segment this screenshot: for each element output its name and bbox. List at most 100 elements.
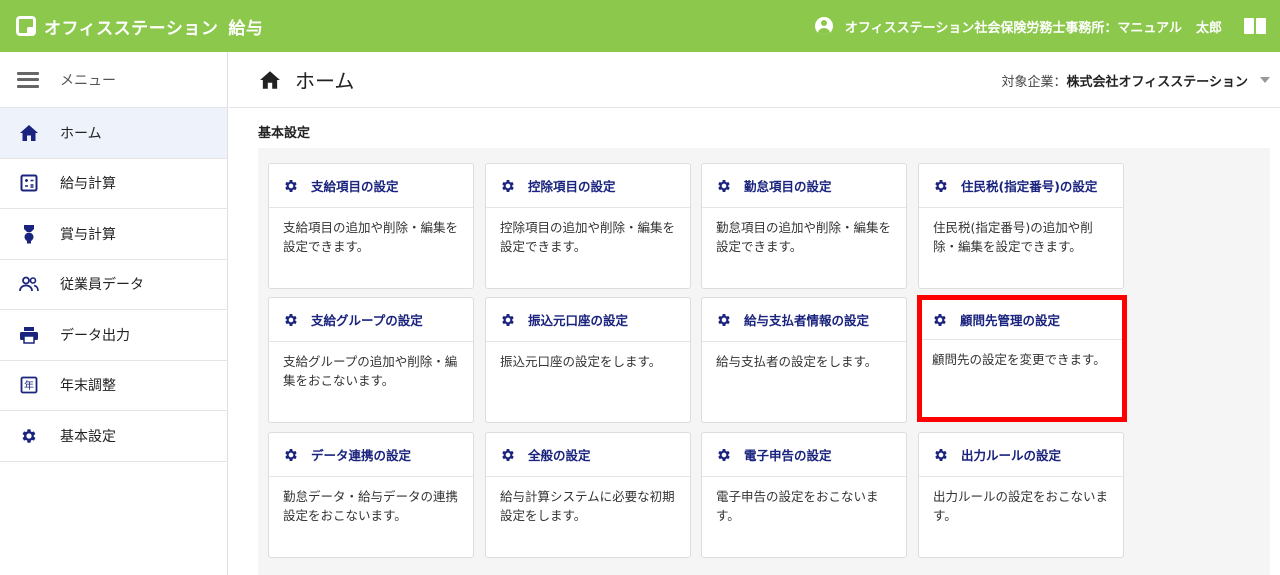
card-title: 支給グループの設定: [311, 313, 423, 328]
user-menu[interactable]: オフィスステーション社会保険労務士事務所：マニュアル 太郎: [814, 0, 1266, 52]
sidebar-item-label: 給与計算: [60, 176, 116, 193]
brand-logo[interactable]: オフィスステーション 給与: [16, 14, 263, 39]
gear-icon: [283, 178, 299, 194]
settings-grid: 支給項目の設定 支給項目の追加や削除・編集を設定できます。 控除項目の設定 控除項目の…: [258, 148, 1270, 575]
office-station-logo-icon: [16, 16, 36, 36]
company-label: 対象企業：: [1001, 74, 1067, 90]
sidebar-item-basic-settings[interactable]: 基本設定: [0, 411, 227, 462]
people-icon: [18, 274, 40, 294]
page-title: ホーム: [295, 69, 355, 93]
card-header: 振込元口座の設定: [486, 298, 690, 342]
card-description: 電子申告の設定をおこないます。: [716, 489, 879, 523]
card-description: 出力ルールの設定をおこないます。: [933, 489, 1109, 523]
gear-icon: [716, 312, 732, 328]
year-end-icon: 年: [18, 375, 40, 395]
sidebar-item-home[interactable]: ホーム: [0, 108, 227, 159]
sidebar-item-label: 従業員データ: [60, 277, 144, 294]
top-bar: オフィスステーション 給与 オフィスステーション社会保険労務士事務所：マニュアル…: [0, 0, 1280, 52]
card-description: 控除項目の追加や削除・編集を設定できます。: [500, 220, 676, 254]
sidebar-item-label: 年末調整: [60, 378, 116, 395]
card-title: 給与支払者情報の設定: [744, 313, 870, 328]
gear-icon: [716, 178, 732, 194]
card-header: 支給項目の設定: [269, 164, 473, 208]
sidebar-item-label: ホーム: [60, 125, 102, 142]
award-icon: [18, 224, 40, 244]
sidebar: メニュー ホーム 給与計算 賞与計算 従業員データ データ出力 年 年末調整 基…: [0, 52, 228, 575]
card-title: 振込元口座の設定: [528, 313, 629, 328]
card-title: 住民税(指定番号)の設定: [961, 179, 1098, 194]
gear-icon: [933, 447, 949, 463]
brand-name: オフィスステーション: [44, 18, 219, 39]
gear-icon: [933, 178, 949, 194]
settings-card-client-management[interactable]: 顧問先管理の設定顧問先の設定を変更できます。: [917, 295, 1127, 422]
company-name: 株式会社オフィスステーション: [1066, 74, 1248, 90]
home-icon: [18, 123, 40, 143]
sidebar-item-year-end[interactable]: 年 年末調整: [0, 361, 227, 411]
card-header: 全般の設定: [486, 433, 690, 477]
card-header: 控除項目の設定: [486, 164, 690, 208]
card-description: 給与計算システムに必要な初期設定をします。: [500, 489, 675, 523]
sidebar-item-label: データ出力: [60, 327, 130, 344]
settings-card-payer-info[interactable]: 給与支払者情報の設定給与支払者の設定をします。: [701, 297, 907, 423]
target-company-select[interactable]: 対象企業： 株式会社オフィスステーション: [1001, 52, 1270, 108]
sidebar-item-label: 基本設定: [60, 428, 116, 445]
sidebar-item-data-output[interactable]: データ出力: [0, 310, 227, 361]
sidebar-item-payroll[interactable]: 給与計算: [0, 159, 227, 209]
manual-book-icon[interactable]: [1244, 18, 1266, 34]
card-title: 勤怠項目の設定: [744, 179, 832, 194]
user-account-icon: [814, 17, 833, 35]
settings-card-attendance-items[interactable]: 勤怠項目の設定勤怠項目の追加や削除・編集を設定できます。: [701, 163, 907, 289]
main-content: ホーム 対象企業： 株式会社オフィスステーション 基本設定 支給項目の設定 支給項…: [229, 52, 1280, 575]
page-header: ホーム 対象企業： 株式会社オフィスステーション: [229, 52, 1280, 108]
sidebar-item-bonus[interactable]: 賞与計算: [0, 209, 227, 260]
card-description: 勤怠項目の追加や削除・編集を設定できます。: [716, 220, 892, 254]
card-header: 給与支払者情報の設定: [702, 298, 906, 342]
card-title: データ連携の設定: [311, 448, 412, 463]
gear-icon: [500, 312, 516, 328]
settings-card-transfer-account[interactable]: 振込元口座の設定振込元口座の設定をします。: [485, 297, 691, 423]
gear-icon: [283, 447, 299, 463]
card-description: 勤怠データ・給与データの連携設定をおこないます。: [283, 489, 459, 523]
settings-card-resident-tax[interactable]: 住民税(指定番号)の設定 住民税(指定番号)の追加や削除・編集を設定できます。: [918, 163, 1124, 289]
card-title: 控除項目の設定: [528, 179, 616, 194]
settings-card-deduction-items[interactable]: 控除項目の設定控除項目の追加や削除・編集を設定できます。: [485, 163, 691, 289]
sidebar-item-label: 賞与計算: [60, 226, 116, 243]
section-title: 基本設定: [258, 126, 311, 141]
card-header: 住民税(指定番号)の設定: [919, 164, 1123, 208]
card-header: 勤怠項目の設定: [702, 164, 906, 208]
card-header: 支給グループの設定: [269, 298, 473, 342]
settings-card-data-link[interactable]: データ連携の設定勤怠データ・給与データの連携設定をおこないます。: [268, 432, 474, 558]
card-description: 支給グループの追加や削除・編集をおこないます。: [283, 354, 458, 388]
gear-icon: [500, 178, 516, 194]
gear-icon: [932, 312, 948, 328]
card-description: 顧問先の設定を変更できます。: [932, 352, 1106, 367]
svg-text:年: 年: [24, 379, 34, 392]
card-title: 電子申告の設定: [744, 448, 832, 463]
user-given-name: 太郎: [1195, 20, 1222, 36]
brand-product: 給与: [228, 18, 264, 39]
card-title: 顧問先管理の設定: [960, 313, 1061, 328]
settings-card-payment-items[interactable]: 支給項目の設定支給項目の追加や削除・編集を設定できます。: [268, 163, 474, 289]
settings-card-output-rules[interactable]: 出力ルールの設定出力ルールの設定をおこないます。: [918, 432, 1124, 558]
gear-icon: [283, 312, 299, 328]
gear-icon: [716, 447, 732, 463]
card-title: 全般の設定: [528, 448, 591, 463]
card-title: 出力ルールの設定: [961, 448, 1062, 463]
calculator-icon: [18, 173, 40, 193]
settings-card-general[interactable]: 全般の設定給与計算システムに必要な初期設定をします。: [485, 432, 691, 558]
printer-icon: [18, 325, 40, 345]
user-office-name: オフィスステーション社会保険労務士事務所：マニュアル: [844, 20, 1182, 36]
settings-card-e-filing[interactable]: 電子申告の設定電子申告の設定をおこないます。: [701, 432, 907, 558]
settings-card-payment-group[interactable]: 支給グループの設定支給グループの追加や削除・編集をおこないます。: [268, 297, 474, 423]
hamburger-menu-icon: [17, 71, 39, 88]
gear-icon: [18, 426, 40, 446]
home-icon: [260, 70, 280, 89]
card-title: 支給項目の設定: [311, 179, 399, 194]
gear-icon: [500, 447, 516, 463]
sidebar-item-employees[interactable]: 従業員データ: [0, 260, 227, 310]
card-description: 給与支払者の設定をします。: [716, 354, 878, 369]
card-header: 電子申告の設定: [702, 433, 906, 477]
card-description: 振込元口座の設定をします。: [500, 354, 662, 369]
card-description: 支給項目の追加や削除・編集を設定できます。: [283, 220, 459, 254]
menu-toggle[interactable]: メニュー: [0, 52, 227, 108]
